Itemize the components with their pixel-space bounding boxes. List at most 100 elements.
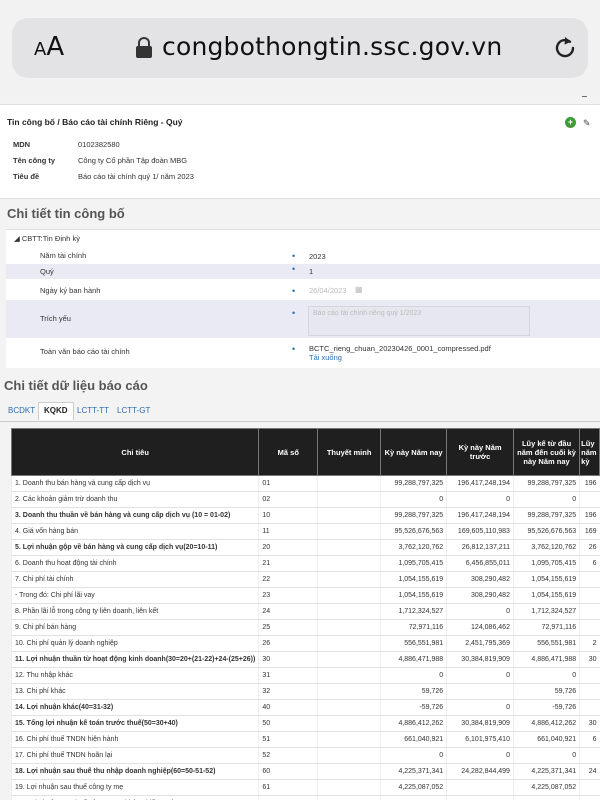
table-row: 2. Các khoản giảm trừ doanh thu 02 0 0 0 bbox=[10, 491, 600, 508]
col-header: Lũy năm kỳ bbox=[579, 428, 600, 476]
table-row: 14. Lợi nhuận khác(40=31-32) 40 -59,726 0 -5… bbox=[10, 699, 600, 716]
detail-panel: ◢ CBTT:Tin Định kỳ Năm tài chính • 2023 … bbox=[6, 229, 600, 368]
table-cell-name: 9. Chi phí bán hàng bbox=[10, 619, 259, 636]
table-cell-prev bbox=[446, 683, 514, 700]
table-row: 13. Chi phí khác 32 59,726 59,726 bbox=[10, 683, 600, 700]
table-cell-note bbox=[317, 603, 381, 620]
page-content: ▲ Tin công bố / Báo cáo tài chính Riêng … bbox=[0, 96, 600, 800]
table-cell-prev bbox=[446, 779, 514, 796]
summary-textarea[interactable]: Báo cáo tài chính riêng quý 1/2023 bbox=[308, 306, 530, 336]
year-field[interactable]: 2023 bbox=[309, 252, 326, 261]
collapse-arrow-icon[interactable]: ▲ bbox=[580, 96, 589, 99]
tab-divider bbox=[0, 421, 600, 422]
table-cell-cur: 1,712,324,527 bbox=[379, 603, 447, 620]
table-cell-acc: 99,288,797,325 bbox=[512, 475, 580, 492]
table-cell-note bbox=[317, 683, 381, 700]
table-cell-prev: 124,086,462 bbox=[446, 619, 514, 636]
col-header: Lũy kế từ đầu năm đến cuối kỳ này Năm na… bbox=[512, 428, 581, 476]
url-text[interactable]: congbothongtin.ssc.gov.vn bbox=[162, 32, 502, 61]
info-label: Tiêu đề bbox=[13, 172, 40, 181]
table-row: 19. Lợi nhuận sau thuế công ty mẹ 61 4,225… bbox=[10, 779, 600, 796]
tab-bcdkt[interactable]: BCDKT bbox=[8, 406, 35, 415]
table-cell-prev: 2,451,795,369 bbox=[446, 635, 514, 652]
table-cell-cur: 3,762,120,762 bbox=[379, 539, 447, 556]
table-row: 8. Phần lãi lỗ trong công ty liên doanh,… bbox=[10, 603, 600, 620]
table-cell-code: 23 bbox=[258, 587, 318, 604]
table-row: 1. Doanh thu bán hàng và cung cấp dịch v… bbox=[10, 475, 600, 492]
info-label: Tên công ty bbox=[13, 156, 56, 165]
table-cell-last bbox=[579, 779, 600, 796]
table-cell-code: 50 bbox=[258, 715, 318, 732]
table-cell-note bbox=[317, 587, 381, 604]
add-icon[interactable]: + bbox=[565, 117, 576, 128]
download-link[interactable]: Tải xuống bbox=[309, 353, 342, 362]
table-cell-prev: 169,605,110,983 bbox=[446, 523, 514, 540]
table-cell-note bbox=[317, 571, 381, 588]
info-value: Công ty Cổ phần Tập đoàn MBG bbox=[78, 156, 188, 165]
table-cell-cur: 556,551,981 bbox=[379, 635, 447, 652]
table-cell-code: 22 bbox=[258, 571, 318, 588]
table-row: 9. Chi phí bán hàng 25 72,971,116 124,086,4… bbox=[10, 619, 600, 636]
table-cell-cur: 4,886,471,988 bbox=[379, 651, 447, 668]
table-cell-last: 169 bbox=[579, 523, 600, 540]
tab-lctt-tt[interactable]: LCTT-TT bbox=[77, 406, 109, 415]
table-cell-code: 01 bbox=[258, 475, 318, 492]
table-cell-cur: 1,095,705,415 bbox=[379, 555, 447, 572]
table-cell-note bbox=[317, 523, 381, 540]
required-marker: • bbox=[292, 264, 296, 274]
table-cell-note bbox=[317, 555, 381, 572]
table-cell-code: 31 bbox=[258, 667, 318, 684]
table-cell-last bbox=[579, 603, 600, 620]
table-cell-prev: 6,456,855,011 bbox=[446, 555, 514, 572]
table-cell-last: 30 bbox=[579, 715, 600, 732]
col-header: Mã số bbox=[258, 428, 319, 476]
tree-node-periodic[interactable]: ◢ CBTT:Tin Định kỳ bbox=[14, 234, 80, 243]
field-label: Trích yếu bbox=[40, 314, 71, 323]
table-row: 4. Giá vốn hàng bán 11 95,526,676,563 169,6… bbox=[10, 523, 600, 540]
table-cell-note bbox=[317, 699, 381, 716]
tab-lctt-gt[interactable]: LCTT-GT bbox=[117, 406, 150, 415]
tools-icon[interactable]: ✎ bbox=[583, 118, 593, 128]
table-cell-acc: 3,762,120,762 bbox=[512, 539, 580, 556]
quarter-field[interactable]: 1 bbox=[309, 267, 313, 276]
table-cell-code: 51 bbox=[258, 731, 318, 748]
table-cell-prev: 24,282,844,499 bbox=[446, 763, 514, 780]
tab-kqkd[interactable]: KQKD bbox=[38, 402, 74, 420]
table-cell-code: 02 bbox=[258, 491, 318, 508]
text-size-button[interactable]: AA bbox=[34, 32, 64, 62]
table-cell-note bbox=[317, 667, 381, 684]
table-cell-note bbox=[317, 651, 381, 668]
expand-icon[interactable]: ◢ bbox=[14, 234, 20, 243]
lock-icon bbox=[136, 37, 152, 58]
info-label: MDN bbox=[13, 140, 31, 149]
col-header: Kỳ này Năm trước bbox=[446, 428, 514, 476]
table-cell-cur: 1,054,155,619 bbox=[379, 571, 447, 588]
table-cell-code: 30 bbox=[258, 651, 318, 668]
calendar-icon[interactable]: ▦ bbox=[355, 285, 363, 294]
table-cell-cur: 72,971,116 bbox=[379, 619, 447, 636]
table-cell-last bbox=[579, 619, 600, 636]
table-row: 10. Chi phí quản lý doanh nghiệp 26 556,55… bbox=[10, 635, 600, 652]
table-cell-cur: 661,040,921 bbox=[379, 731, 447, 748]
table-row: 12. Thu nhập khác 31 0 0 0 bbox=[10, 667, 600, 684]
table-cell-note bbox=[317, 731, 381, 748]
table-cell-prev: 6,101,975,410 bbox=[446, 731, 514, 748]
table-cell-note bbox=[317, 539, 381, 556]
table-row: - Trong đó: Chi phí lãi vay 23 1,054,155,6… bbox=[10, 587, 600, 604]
col-header: Chỉ tiêu bbox=[10, 428, 260, 476]
reload-icon[interactable] bbox=[550, 33, 580, 63]
table-cell-last bbox=[579, 667, 600, 684]
table-cell-name: 13. Chi phí khác bbox=[10, 683, 259, 700]
table-cell-code: 10 bbox=[258, 507, 318, 524]
table-cell-acc: 1,054,155,619 bbox=[512, 571, 580, 588]
table-cell-last bbox=[579, 683, 600, 700]
table-cell-last bbox=[579, 747, 600, 764]
table-cell-name: 1. Doanh thu bán hàng và cung cấp dịch v… bbox=[10, 475, 259, 492]
date-field[interactable]: 26/04/2023 bbox=[309, 286, 347, 295]
table-cell-name: 4. Giá vốn hàng bán bbox=[10, 523, 259, 540]
table-cell-note bbox=[317, 491, 381, 508]
table-row: 20. Lợi nhuận sau thuế công ty mẹ không … bbox=[10, 795, 600, 800]
file-name: BCTC_rieng_chuan_20230426_0001_compresse… bbox=[309, 344, 491, 353]
table-cell-cur: 59,726 bbox=[379, 683, 447, 700]
address-bar[interactable]: AA congbothongtin.ssc.gov.vn bbox=[12, 18, 588, 78]
